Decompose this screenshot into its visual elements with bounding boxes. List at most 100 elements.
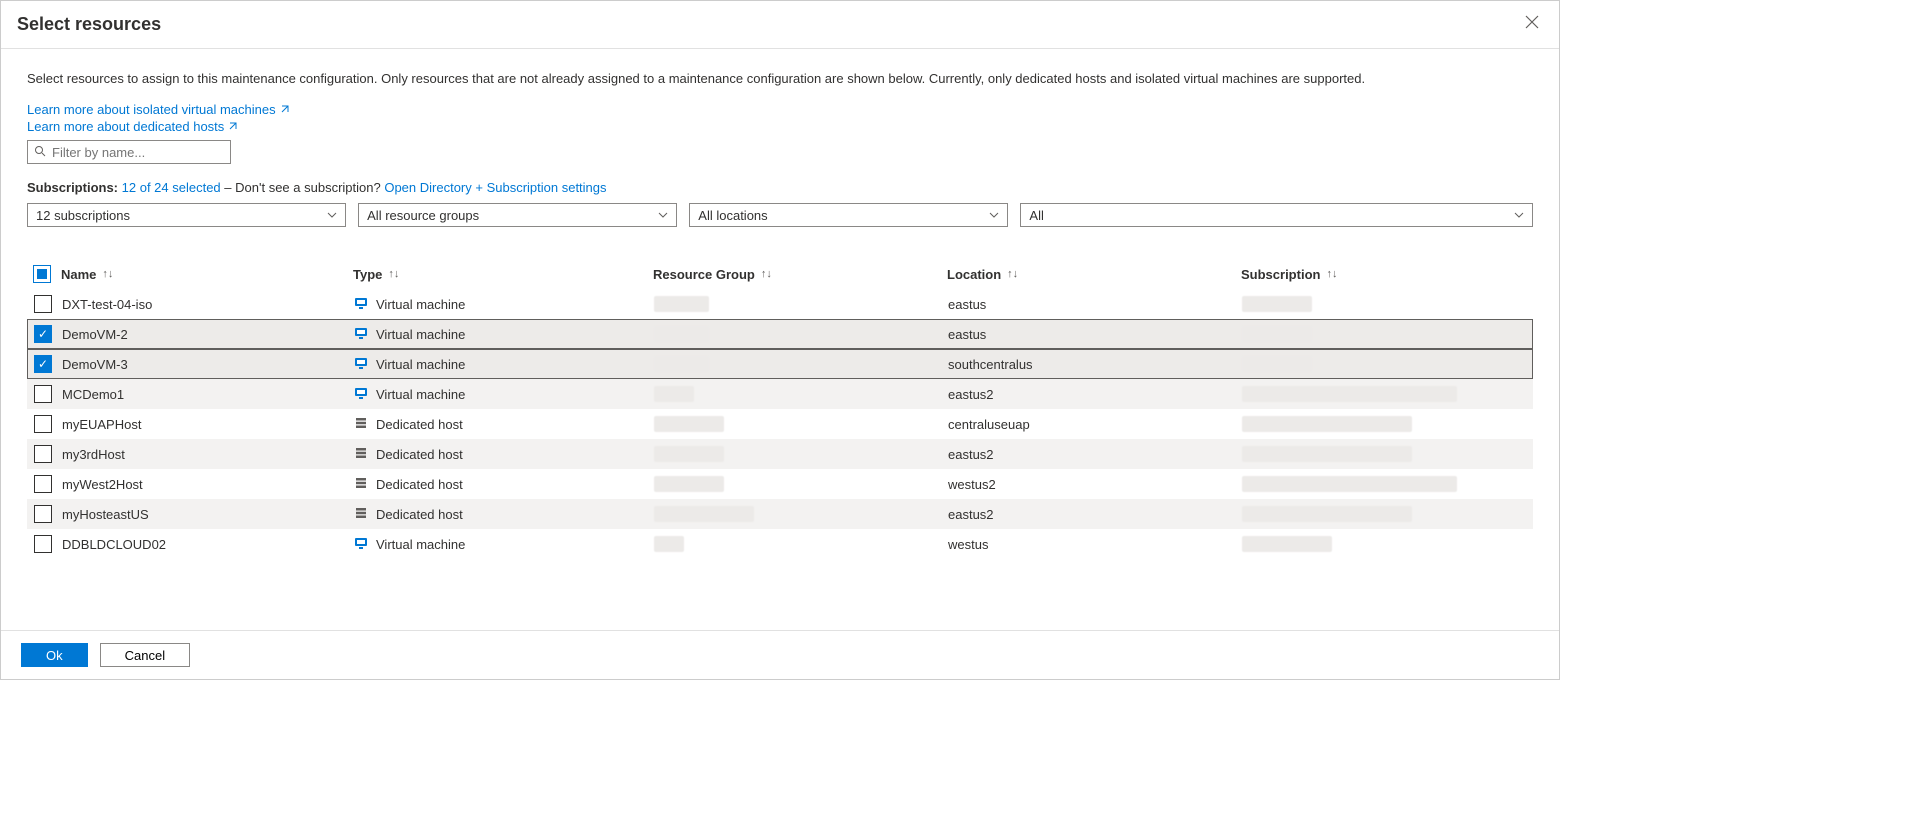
- vm-icon: [354, 386, 368, 403]
- sort-icon: ↑↓: [1326, 268, 1337, 280]
- subscription-redacted: [1242, 476, 1457, 492]
- row-checkbox[interactable]: [34, 445, 52, 463]
- panel-header: Select resources: [1, 1, 1559, 49]
- dedicated-host-icon: [354, 416, 368, 433]
- dedicated-host-icon: [354, 476, 368, 493]
- locations-dropdown[interactable]: All locations: [689, 203, 1008, 227]
- resource-name: myHosteastUS: [62, 507, 149, 522]
- grid-body: DXT-test-04-isoVirtual machineeastus✓Dem…: [27, 289, 1533, 559]
- resource-location: centraluseuap: [948, 417, 1242, 432]
- chevron-down-icon: [989, 208, 999, 223]
- external-link-icon: [280, 102, 290, 117]
- resource-name: DXT-test-04-iso: [62, 297, 152, 312]
- close-icon[interactable]: [1521, 11, 1543, 38]
- sort-icon: ↑↓: [102, 268, 113, 280]
- column-name[interactable]: Name ↑↓: [61, 267, 113, 282]
- cancel-button[interactable]: Cancel: [100, 643, 190, 667]
- column-type[interactable]: Type ↑↓: [353, 267, 653, 282]
- vm-icon: [354, 536, 368, 553]
- resource-group-redacted: [654, 386, 694, 402]
- learn-host-link-text: Learn more about dedicated hosts: [27, 119, 224, 134]
- subscription-redacted: [1242, 386, 1457, 402]
- resource-type: Virtual machine: [376, 387, 465, 402]
- table-row[interactable]: myWest2Host Dedicated host westus2: [27, 469, 1533, 499]
- dedicated-host-icon: [354, 446, 368, 463]
- resources-grid: Name ↑↓ Type ↑↓ Resource Group ↑↓ Locati…: [27, 259, 1533, 559]
- subscription-redacted: [1242, 296, 1312, 312]
- sort-icon: ↑↓: [761, 268, 772, 280]
- row-checkbox[interactable]: [34, 385, 52, 403]
- resource-group-redacted: [654, 476, 724, 492]
- resource-location: westus2: [948, 477, 1242, 492]
- resource-name: DDBLDCLOUD02: [62, 537, 166, 552]
- resource-groups-dropdown[interactable]: All resource groups: [358, 203, 677, 227]
- sort-icon: ↑↓: [1007, 268, 1018, 280]
- column-subscription[interactable]: Subscription ↑↓: [1241, 267, 1541, 282]
- type-dropdown[interactable]: All: [1020, 203, 1533, 227]
- learn-host-link[interactable]: Learn more about dedicated hosts: [27, 119, 238, 134]
- subscriptions-dropdown[interactable]: 12 subscriptions: [27, 203, 346, 227]
- table-row[interactable]: ✓ DemoVM-2 Virtual machine eastus: [27, 319, 1533, 349]
- resource-group-redacted: [654, 356, 709, 372]
- subscription-redacted: [1242, 506, 1412, 522]
- column-type-label: Type: [353, 267, 382, 282]
- resource-name: myWest2Host: [62, 477, 143, 492]
- table-row[interactable]: my3rdHostDedicated hosteastus2: [27, 439, 1533, 469]
- row-checkbox[interactable]: [34, 535, 52, 553]
- table-row[interactable]: DDBLDCLOUD02Virtual machinewestus: [27, 529, 1533, 559]
- resource-name: DemoVM-3: [62, 357, 128, 372]
- panel-title: Select resources: [17, 14, 161, 35]
- resource-groups-dropdown-value: All resource groups: [367, 208, 479, 223]
- table-row[interactable]: DXT-test-04-isoVirtual machineeastus: [27, 289, 1533, 319]
- resource-name: DemoVM-2: [62, 327, 128, 342]
- ok-button[interactable]: Ok: [21, 643, 88, 667]
- chevron-down-icon: [327, 208, 337, 223]
- resource-location: eastus: [948, 297, 1242, 312]
- row-checkbox[interactable]: [34, 295, 52, 313]
- resource-group-redacted: [654, 446, 724, 462]
- row-checkbox[interactable]: ✓: [34, 325, 52, 343]
- subscriptions-dropdown-value: 12 subscriptions: [36, 208, 130, 223]
- locations-dropdown-value: All locations: [698, 208, 767, 223]
- select-all-checkbox[interactable]: [33, 265, 51, 283]
- resource-group-redacted: [654, 326, 709, 342]
- vm-icon: [354, 326, 368, 343]
- filter-input-wrapper[interactable]: [27, 140, 231, 164]
- subscriptions-count-link[interactable]: 12 of 24 selected: [122, 180, 221, 195]
- grid-header-row: Name ↑↓ Type ↑↓ Resource Group ↑↓ Locati…: [27, 259, 1533, 289]
- resource-location: eastus2: [948, 447, 1242, 462]
- sort-icon: ↑↓: [388, 268, 399, 280]
- table-row[interactable]: ✓DemoVM-3Virtual machinesouthcentralus: [27, 349, 1533, 379]
- table-row[interactable]: MCDemo1Virtual machineeastus2: [27, 379, 1533, 409]
- vm-icon: [354, 296, 368, 313]
- resource-name: myEUAPHost: [62, 417, 141, 432]
- resource-group-redacted: [654, 296, 709, 312]
- column-loc-label: Location: [947, 267, 1001, 282]
- row-checkbox[interactable]: ✓: [34, 355, 52, 373]
- subscription-redacted: [1242, 416, 1412, 432]
- column-name-label: Name: [61, 267, 96, 282]
- subscriptions-label: Subscriptions:: [27, 180, 118, 195]
- row-checkbox[interactable]: [34, 505, 52, 523]
- select-resources-panel: Select resources Select resources to ass…: [0, 0, 1560, 680]
- resource-location: westus: [948, 537, 1242, 552]
- learn-vm-link[interactable]: Learn more about isolated virtual machin…: [27, 102, 290, 117]
- external-link-icon: [228, 119, 238, 134]
- resource-type: Dedicated host: [376, 477, 463, 492]
- directory-settings-link[interactable]: Open Directory + Subscription settings: [384, 180, 606, 195]
- resource-group-redacted: [654, 416, 724, 432]
- filter-input[interactable]: [52, 145, 228, 160]
- column-location[interactable]: Location ↑↓: [947, 267, 1241, 282]
- subscription-redacted: [1242, 356, 1312, 372]
- resource-name: MCDemo1: [62, 387, 124, 402]
- resource-location: eastus: [948, 327, 1242, 342]
- resource-type: Dedicated host: [376, 507, 463, 522]
- table-row[interactable]: myHosteastUSDedicated hosteastus2: [27, 499, 1533, 529]
- resource-name: my3rdHost: [62, 447, 125, 462]
- panel-footer: Ok Cancel: [1, 630, 1559, 679]
- row-checkbox[interactable]: [34, 415, 52, 433]
- table-row[interactable]: myEUAPHostDedicated hostcentraluseuap: [27, 409, 1533, 439]
- resource-type: Virtual machine: [376, 327, 465, 342]
- row-checkbox[interactable]: [34, 475, 52, 493]
- column-resource-group[interactable]: Resource Group ↑↓: [653, 267, 947, 282]
